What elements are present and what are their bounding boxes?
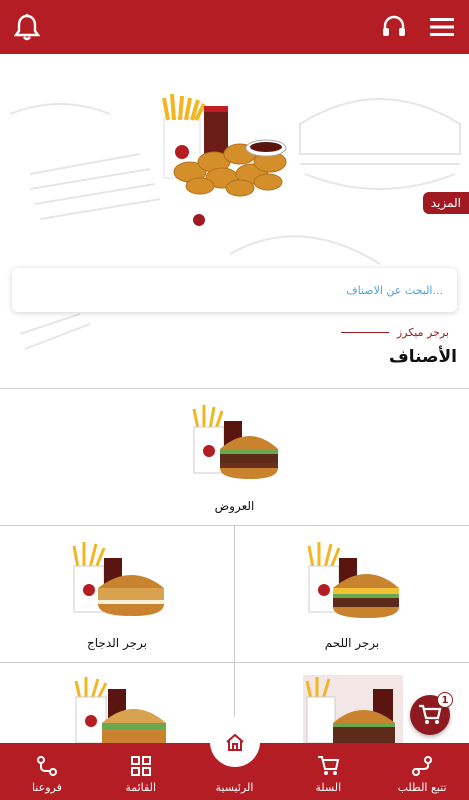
nav-menu[interactable]: القائمة [101,755,181,794]
category-card-5[interactable] [0,663,235,743]
carousel-indicator-dot[interactable] [193,214,205,226]
category-4-image [303,675,403,743]
category-label: برجر اللحم [324,636,380,650]
more-button[interactable]: المزيد [422,192,469,214]
nav-branches[interactable]: فروعنا [7,755,87,794]
chicken-burger-image [72,542,164,616]
nav-label: تتبع الطلب [397,781,447,794]
category-card-beef-burger[interactable]: برجر اللحم [235,526,469,663]
grid-icon [130,756,151,776]
bell-icon[interactable] [12,12,42,42]
promo-banner-image [162,93,287,197]
promo-banner[interactable] [0,54,469,254]
top-app-bar [0,0,469,54]
cart-count-badge: 1 [437,692,453,708]
category-label: العروض [214,499,255,513]
brand-name: برجر ميكرز [396,326,449,339]
category-5-image [74,677,166,743]
headset-icon[interactable] [379,12,409,42]
category-label: برجر الدجاج [87,636,147,650]
offers-meal-image [192,405,278,479]
nav-label: القائمة [125,781,157,794]
nav-label: الرئيسية [215,781,254,794]
beef-burger-image [307,542,399,618]
brand-heading: برجر ميكرز [340,326,449,339]
search-placeholder: البحث عن الاصناف... [346,283,443,297]
categories-title: الأصناف [389,347,457,367]
route-icon [412,756,433,776]
search-input[interactable]: البحث عن الاصناف... [12,268,457,312]
home-button[interactable] [212,719,258,765]
cart-icon [318,756,340,775]
category-card-chicken-burger[interactable]: برجر الدجاج [0,526,235,663]
floating-cart-button[interactable]: 1 [410,692,453,735]
brand-divider [340,332,389,333]
home-icon [226,733,244,751]
location-route-icon [36,756,57,776]
nav-cart[interactable]: السلة [288,755,368,794]
category-card-offers[interactable]: العروض [0,388,469,526]
nav-label: السلة [315,781,342,794]
nav-label: فروعنا [31,781,62,794]
hamburger-menu-icon[interactable] [427,12,457,42]
nav-track-order[interactable]: تتبع الطلب [382,755,462,794]
cart-icon [419,704,442,724]
